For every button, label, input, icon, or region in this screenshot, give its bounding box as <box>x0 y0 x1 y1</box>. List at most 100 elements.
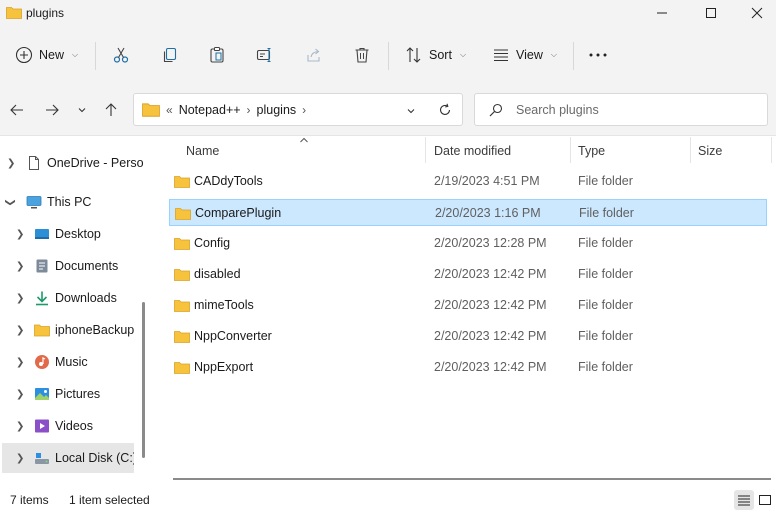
sort-icon <box>406 47 421 63</box>
divider <box>95 42 96 70</box>
breadcrumb-notepad[interactable]: Notepad++ <box>179 103 241 117</box>
folder-icon <box>174 362 190 374</box>
chevron-right-icon[interactable]: ❯ <box>7 158 15 169</box>
folder-icon <box>175 208 191 220</box>
file-date: 2/20/2023 1:16 PM <box>435 206 541 220</box>
chevron-right-icon[interactable]: ❯ <box>16 453 24 464</box>
table-row[interactable]: disabled 2/20/2023 12:42 PM File folder <box>169 261 767 288</box>
chevron-right-icon[interactable]: ❯ <box>16 229 24 240</box>
chevron-right-icon[interactable]: ❯ <box>16 389 24 400</box>
chevron-down-icon[interactable] <box>406 106 416 116</box>
column-divider[interactable] <box>690 137 691 163</box>
chevron-down-icon[interactable]: ❯ <box>5 198 16 206</box>
nav-item-pictures[interactable]: ❯ Pictures <box>0 379 152 409</box>
file-name: Config <box>194 236 231 250</box>
folder-icon <box>142 103 160 117</box>
forward-button[interactable] <box>41 99 63 121</box>
file-date: 2/20/2023 12:42 PM <box>434 267 547 281</box>
column-header-type[interactable]: Type <box>578 137 605 163</box>
breadcrumb-plugins[interactable]: plugins <box>257 103 297 117</box>
status-bar: 7 items 1 item selected <box>0 487 776 512</box>
sort-ascending-icon <box>300 137 308 143</box>
more-icon <box>589 53 607 57</box>
file-date: 2/20/2023 12:42 PM <box>434 298 547 312</box>
chevron-right-icon[interactable]: › <box>302 103 306 117</box>
file-date: 2/19/2023 4:51 PM <box>434 174 540 188</box>
chevron-right-icon[interactable]: › <box>247 103 251 117</box>
file-type: File folder <box>578 329 633 343</box>
nav-label: OneDrive - Perso <box>47 156 144 170</box>
nav-item-onedrive[interactable]: ❯ OneDrive - Perso <box>0 148 152 178</box>
sort-button[interactable]: Sort ⌵ <box>405 42 466 68</box>
chevron-right-icon[interactable]: ❯ <box>16 325 24 336</box>
details-view-button[interactable] <box>734 490 754 510</box>
chevron-down-icon: ⌵ <box>459 50 467 59</box>
nav-item-iphonebackup[interactable]: ❯ iphoneBackup <box>0 315 152 345</box>
arrow-left-icon <box>10 104 23 116</box>
search-input[interactable]: Search plugins <box>474 93 768 126</box>
minimize-button[interactable] <box>639 0 685 26</box>
clipboard-icon <box>210 47 224 63</box>
chevron-right-icon[interactable]: ❯ <box>16 357 24 368</box>
delete-button[interactable] <box>353 42 371 68</box>
nav-item-desktop[interactable]: ❯ Desktop <box>0 219 152 249</box>
file-name: disabled <box>194 267 241 281</box>
back-button[interactable] <box>6 99 28 121</box>
new-button[interactable]: New ⌵ <box>15 42 78 68</box>
file-date: 2/20/2023 12:28 PM <box>434 236 547 250</box>
recent-locations-button[interactable] <box>71 99 93 121</box>
close-button[interactable] <box>734 0 776 26</box>
paste-button[interactable] <box>208 42 226 68</box>
column-divider[interactable] <box>570 137 571 163</box>
chevron-right-icon[interactable]: ❯ <box>16 421 24 432</box>
chevron-right-icon[interactable]: ❯ <box>16 261 24 272</box>
window-title: plugins <box>26 6 65 20</box>
column-label: Date modified <box>434 144 512 158</box>
column-header-date[interactable]: Date modified <box>434 137 511 163</box>
nav-item-downloads[interactable]: ❯ Downloads <box>0 283 152 313</box>
refresh-icon[interactable] <box>438 103 452 117</box>
breadcrumb-overflow[interactable]: « <box>166 103 173 117</box>
maximize-button[interactable] <box>688 0 734 26</box>
nav-scrollbar[interactable] <box>142 302 145 458</box>
chevron-down-icon <box>78 108 86 113</box>
more-options-button[interactable] <box>588 42 608 68</box>
horizontal-scrollbar[interactable] <box>173 478 771 480</box>
chevron-right-icon[interactable]: ❯ <box>16 293 24 304</box>
tiles-view-button[interactable] <box>755 490 775 510</box>
up-button[interactable] <box>100 99 122 121</box>
nav-item-videos[interactable]: ❯ Videos <box>0 411 152 441</box>
chevron-down-icon: ⌵ <box>550 50 557 59</box>
column-divider[interactable] <box>425 137 426 163</box>
copy-button[interactable] <box>161 42 179 68</box>
table-row-selected[interactable]: ComparePlugin 2/20/2023 1:16 PM File fol… <box>169 199 767 226</box>
rename-button[interactable] <box>256 42 274 68</box>
nav-item-music[interactable]: ❯ Music <box>0 347 152 377</box>
nav-item-documents[interactable]: ❯ Documents <box>0 251 152 281</box>
table-row[interactable]: CADdyTools 2/19/2023 4:51 PM File folder <box>169 168 767 195</box>
cut-button[interactable] <box>112 42 130 68</box>
nav-label: Downloads <box>55 291 117 305</box>
table-row[interactable]: mimeTools 2/20/2023 12:42 PM File folder <box>169 292 767 319</box>
share-button[interactable] <box>305 42 323 68</box>
table-row[interactable]: NppConverter 2/20/2023 12:42 PM File fol… <box>169 323 767 350</box>
table-row[interactable]: Config 2/20/2023 12:28 PM File folder <box>169 230 767 257</box>
folder-icon <box>34 324 50 337</box>
nav-label: Music <box>55 355 88 369</box>
divider <box>388 42 389 70</box>
file-type: File folder <box>578 174 633 188</box>
column-divider[interactable] <box>771 137 772 163</box>
music-icon <box>35 355 49 369</box>
file-name: ComparePlugin <box>195 206 282 220</box>
computer-icon <box>26 196 42 209</box>
address-bar[interactable]: « Notepad++ › plugins › <box>133 93 463 126</box>
rename-icon <box>256 47 271 63</box>
table-row[interactable]: NppExport 2/20/2023 12:42 PM File folder <box>169 354 767 381</box>
column-header-size[interactable]: Size <box>698 137 722 163</box>
nav-item-local-disk[interactable]: ❯ Local Disk (C:) <box>2 443 134 473</box>
column-header-name[interactable]: Name <box>186 137 219 163</box>
view-button[interactable]: View ⌵ <box>492 42 557 68</box>
file-type: File folder <box>579 206 634 220</box>
documents-icon <box>36 259 48 273</box>
nav-item-this-pc[interactable]: ❯ This PC <box>0 187 152 217</box>
